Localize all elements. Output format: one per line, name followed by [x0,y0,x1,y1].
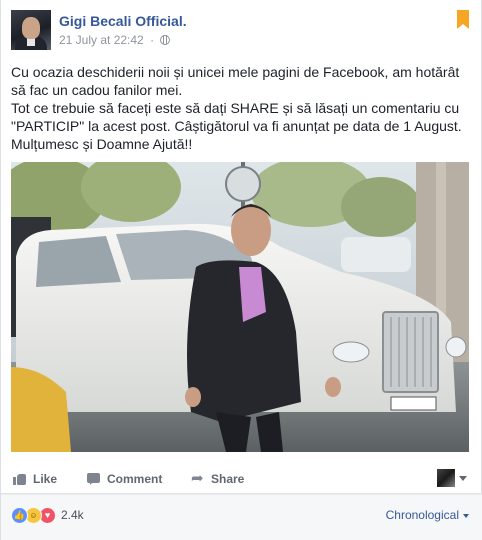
meta-separator: · [150,33,155,47]
share-icon [191,469,205,487]
post-timestamp[interactable]: 21 July at 22:42 [59,33,144,47]
photo-illustration [11,162,469,452]
post-actions: Like Comment Share [1,462,482,494]
like-icon [13,472,27,486]
post-text-line: Tot ce trebuie să faceți este să dați SH… [11,100,462,134]
reaction-count[interactable]: 2.4k [61,508,84,522]
post-text-line: Cu ocazia deschiderii noii și unicei mel… [11,64,460,98]
post-meta: 21 July at 22:42 · [59,33,171,47]
avatar[interactable] [11,10,51,50]
page-name-link[interactable]: Gigi Becali Official. [59,13,187,29]
viewer-avatar[interactable] [437,469,455,487]
reactions-summary[interactable]: 👍 ☺ ♥ 2.4k [11,505,84,525]
comment-sort-dropdown[interactable]: Chronological [386,508,469,522]
comment-label: Comment [107,472,163,486]
bookmark-icon[interactable] [457,10,469,29]
post-photo[interactable] [11,162,469,452]
post-text: Cu ocazia deschiderii noii și unicei mel… [11,63,473,153]
chevron-down-icon[interactable] [459,476,467,481]
like-label: Like [33,472,58,486]
post-header: Gigi Becali Official. 21 July at 22:42 · [11,10,473,52]
like-button[interactable]: Like [13,470,57,488]
reactions-bar: 👍 ☺ ♥ 2.4k Chronological [1,494,482,540]
like-reaction-icon: 👍 [11,506,28,524]
chevron-down-icon [463,513,469,518]
share-label: Share [211,472,245,486]
share-button[interactable]: Share [191,469,245,488]
facebook-post-card: Gigi Becali Official. 21 July at 22:42 ·… [0,0,482,540]
sort-label: Chronological [385,508,459,522]
comment-button[interactable]: Comment [87,470,162,488]
post-text-line: Mulțumesc și Doamne Ajută!! [11,136,193,152]
globe-icon[interactable] [160,35,171,45]
comment-icon [87,472,101,486]
